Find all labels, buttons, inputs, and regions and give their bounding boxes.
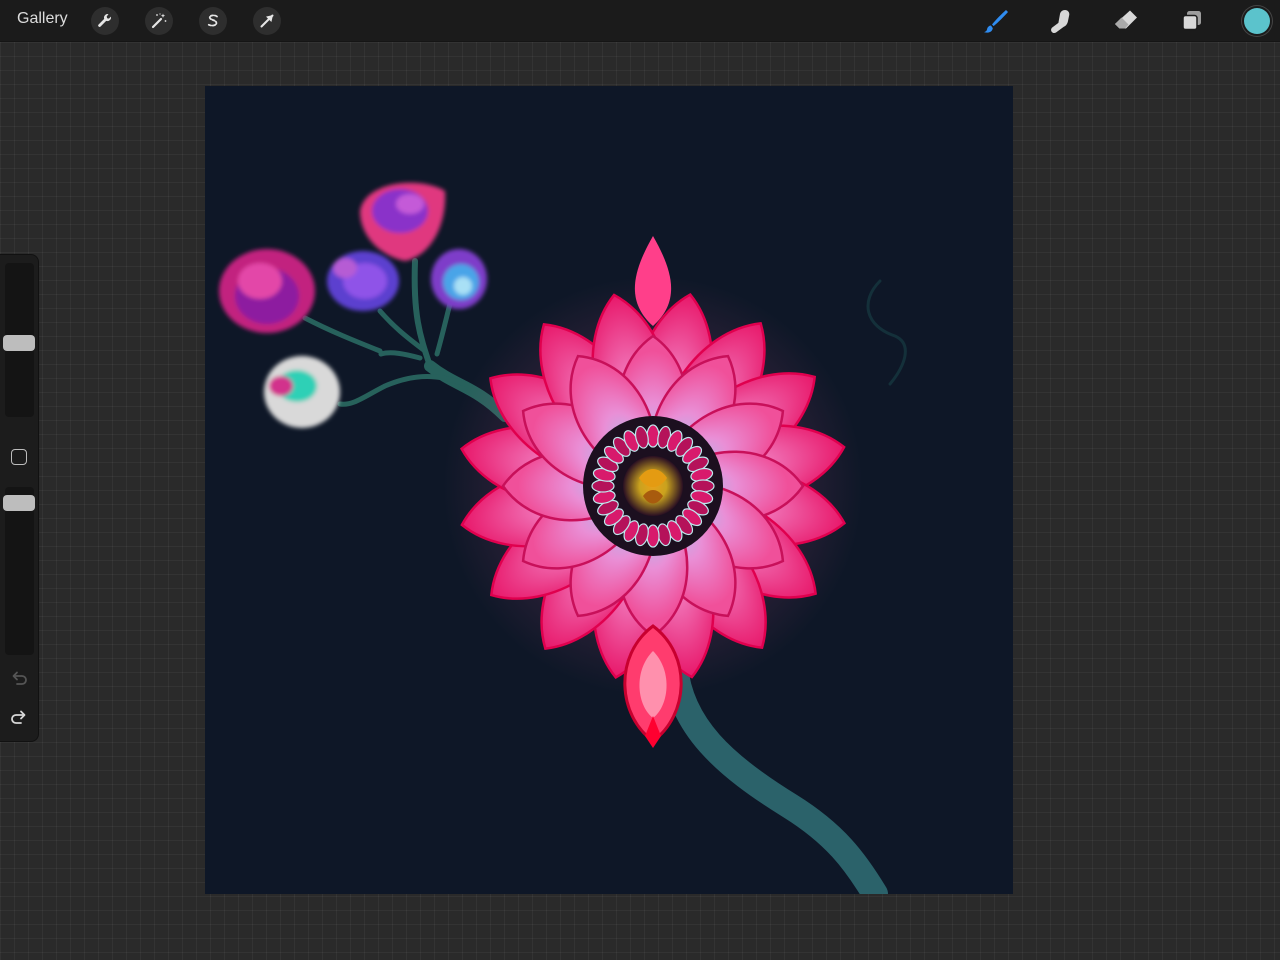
opacity-handle[interactable] <box>3 494 35 511</box>
main-lotus-flower <box>459 236 847 748</box>
main-stem <box>662 653 888 894</box>
modify-button[interactable] <box>11 449 27 465</box>
opacity-slider[interactable] <box>5 487 34 655</box>
transform-arrow-icon <box>260 14 274 28</box>
magic-wand-icon <box>151 13 167 29</box>
small-flower-white <box>264 356 340 428</box>
eraser-icon <box>1115 10 1137 29</box>
adjustments-button[interactable] <box>145 7 173 35</box>
redo-icon[interactable] <box>9 707 29 727</box>
brush-size-handle[interactable] <box>3 334 35 351</box>
undo-icon[interactable] <box>9 668 29 688</box>
layers-button[interactable] <box>1177 6 1207 36</box>
left-sidebar <box>0 254 39 742</box>
top-toolbar: Gallery <box>0 0 1280 42</box>
squiggle-stroke <box>866 279 907 386</box>
wrench-icon <box>98 14 112 27</box>
small-flower-magenta <box>219 249 315 333</box>
smudge-tool-button[interactable] <box>1045 6 1075 36</box>
transform-button[interactable] <box>253 7 281 35</box>
small-flower-blue <box>431 249 487 309</box>
artwork <box>219 182 907 894</box>
gallery-button[interactable]: Gallery <box>17 10 68 28</box>
color-picker-button[interactable] <box>1244 8 1270 34</box>
selection-s-icon <box>207 14 218 27</box>
small-flower-violet <box>327 251 399 311</box>
stamen <box>646 424 660 448</box>
small-flower-pink-top <box>360 182 446 261</box>
stamen <box>691 479 715 493</box>
eraser-tool-button[interactable] <box>1111 6 1141 36</box>
selection-button[interactable] <box>199 7 227 35</box>
stamen <box>646 524 660 548</box>
stamen <box>591 479 615 493</box>
smudge-finger-icon <box>1051 10 1070 34</box>
brush-tool-button[interactable] <box>980 6 1010 36</box>
actions-button[interactable] <box>91 7 119 35</box>
layers-icon <box>1182 11 1201 31</box>
drawing-canvas[interactable] <box>205 86 1013 894</box>
brush-icon <box>984 10 1008 33</box>
